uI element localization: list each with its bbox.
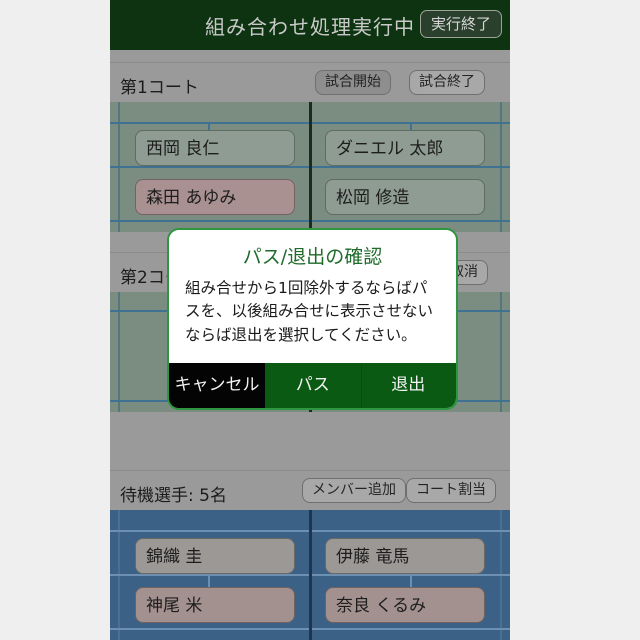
dialog-message: 組み合せから1回除外するならばパスを、以後組み合せに表示させないならば退出を選択… [185, 279, 434, 344]
app-window: 組み合わせ処理実行中 実行終了 第1コート 試合開始 試合終了 西岡 良仁 ダニ… [110, 0, 510, 640]
dialog-leave-button[interactable]: 退出 [361, 363, 457, 408]
dialog-title: パス/退出の確認 [242, 246, 383, 268]
modal-backdrop: パス/退出の確認 組み合せから1回除外するならばパスを、以後組み合せに表示させな… [110, 0, 510, 640]
dialog-pass-button[interactable]: パス [265, 363, 361, 408]
dialog-action-bar: キャンセル パス 退出 [169, 362, 457, 408]
dialog-cancel-button[interactable]: キャンセル [169, 362, 265, 408]
pass-leave-confirm-dialog: パス/退出の確認 組み合せから1回除外するならばパスを、以後組み合せに表示させな… [167, 228, 458, 410]
